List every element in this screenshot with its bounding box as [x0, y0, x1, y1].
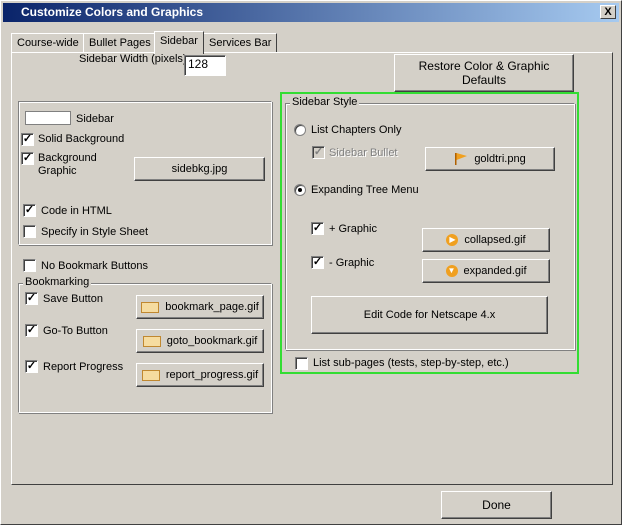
goto-button-checkbox[interactable]: ✓ [25, 324, 38, 337]
tab-bullet-pages[interactable]: Bullet Pages [83, 33, 157, 53]
progress-image-icon [141, 369, 160, 381]
tab-services-bar[interactable]: Services Bar [203, 33, 278, 53]
style-sheet-label: Specify in Style Sheet [41, 226, 149, 238]
window-title: Customize Colors and Graphics [21, 5, 204, 19]
sidebar-color-label: Sidebar [76, 113, 114, 125]
save-button-file: bookmark_page.gif [165, 301, 259, 313]
report-progress-file-button[interactable]: report_progress.gif [136, 363, 264, 387]
no-bookmark-buttons-label: No Bookmark Buttons [41, 260, 148, 272]
title-bar: Customize Colors and Graphics X [3, 3, 619, 22]
goto-image-icon [142, 335, 161, 347]
solid-background-checkbox[interactable]: ✓ [21, 133, 34, 146]
style-sheet-checkbox[interactable] [23, 225, 36, 238]
report-progress-label: Report Progress [43, 361, 124, 373]
report-progress-checkbox[interactable]: ✓ [25, 360, 38, 373]
highlight-box [280, 92, 579, 374]
background-graphic-label-line2: Graphic [38, 165, 77, 177]
background-graphic-label-line1: Background [38, 152, 97, 164]
tab-course-wide[interactable]: Course-wide [11, 33, 85, 53]
done-button[interactable]: Done [441, 491, 552, 519]
dialog-window: Customize Colors and Graphics X Course-w… [0, 0, 622, 525]
save-button-label: Save Button [43, 293, 103, 305]
code-in-html-label: Code in HTML [41, 205, 112, 217]
background-graphic-file: sidebkg.jpg [171, 163, 228, 175]
save-button-file-button[interactable]: bookmark_page.gif [136, 295, 264, 319]
code-in-html-checkbox[interactable]: ✓ [23, 204, 36, 217]
sidebar-width-label: Sidebar Width (pixels) [79, 53, 187, 65]
solid-background-label: Solid Background [38, 133, 125, 145]
no-bookmark-buttons-checkbox[interactable] [23, 259, 36, 272]
save-button-checkbox[interactable]: ✓ [25, 292, 38, 305]
bookmark-image-icon [141, 301, 160, 313]
bookmarking-group-title: Bookmarking [23, 276, 92, 288]
restore-defaults-button[interactable]: Restore Color & Graphic Defaults [394, 54, 574, 92]
tab-sidebar[interactable]: Sidebar [154, 31, 204, 54]
background-graphic-file-button[interactable]: sidebkg.jpg [134, 157, 265, 181]
goto-button-label: Go-To Button [43, 325, 108, 337]
sidebar-width-input[interactable]: 128 [184, 55, 226, 76]
background-graphic-checkbox[interactable]: ✓ [21, 152, 34, 165]
goto-button-file: goto_bookmark.gif [166, 335, 258, 347]
close-button[interactable]: X [600, 5, 616, 19]
report-progress-file: report_progress.gif [165, 369, 259, 381]
sidebar-color-swatch[interactable] [25, 111, 71, 125]
goto-button-file-button[interactable]: goto_bookmark.gif [136, 329, 264, 353]
